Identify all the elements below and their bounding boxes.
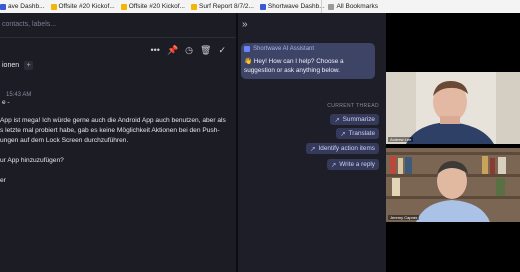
collapse-panel-icon[interactable]: » (242, 19, 247, 30)
bookmark-label: Offsite #20 Kickof... (128, 3, 185, 10)
message-body: App ist mega! Ich würde gerne auch die A… (0, 116, 228, 186)
suggestion-identify-action-items[interactable]: ↗ Identify action items (306, 143, 379, 154)
bookmark-favicon-icon (50, 3, 57, 10)
bookmarks-bar: ave Dashb... Offsite #20 Kickof... Offsi… (0, 0, 520, 14)
add-label-button[interactable]: + (24, 61, 34, 70)
current-thread-label: CURRENT THREAD (327, 103, 379, 109)
done-icon[interactable]: ✓ (218, 45, 226, 55)
arrow-icon: ↗ (310, 145, 316, 153)
suggestion-label: Summarize (342, 116, 375, 123)
body-line: ungen auf dem Lock Screen durchzuführen. (0, 137, 129, 144)
suggestion-write-a-reply[interactable]: ↗ Write a reply (326, 159, 379, 170)
bookmark-label: Surf Report 8/7/2... (199, 3, 254, 10)
suggestion-label: Write a reply (339, 161, 375, 168)
pin-icon[interactable]: 📌 (167, 45, 178, 55)
search-input[interactable]: contacts, labels... (2, 21, 56, 28)
arrow-icon: ↗ (330, 161, 337, 169)
bookmark-label: ave Dashb... (8, 3, 45, 10)
arrow-icon: ↗ (340, 130, 346, 138)
label-tab[interactable]: ionen (2, 62, 19, 69)
video-tile-2[interactable]: Jeremy Capner (386, 148, 520, 222)
email-pane: contacts, labels... ••• 📌 ◷ 🗑 ✓ ionen + … (0, 13, 236, 272)
label-row: ionen + (2, 61, 34, 70)
divider (0, 37, 236, 38)
bookmark-favicon-icon (120, 3, 127, 10)
more-icon[interactable]: ••• (150, 45, 159, 55)
assistant-header: Shortwave AI Assistant (244, 46, 314, 52)
body-line: s letzte mal probiert habe, gab es keine… (0, 127, 220, 134)
video-tile-1[interactable]: Andrew Lee (386, 72, 520, 144)
assistant-greeting: 👋 Hey! How can I help? Choose a suggesti… (244, 58, 344, 74)
assistant-title: Shortwave AI Assistant (253, 46, 315, 52)
bookmark-5[interactable]: Shortwave Dashb... (259, 3, 325, 10)
bookmark-4[interactable]: Surf Report 8/7/2... (191, 3, 254, 10)
bookmark-label: Shortwave Dashb... (267, 3, 325, 10)
ai-assistant-panel: » Shortwave AI Assistant 👋 Hey! How can … (238, 13, 386, 272)
suggestion-label: Identify action items (318, 145, 375, 152)
participant-2-name: Jeremy Capner (388, 215, 420, 220)
message-sender: e - (2, 99, 10, 106)
arrow-icon: ↗ (334, 116, 340, 124)
suggestion-summarize[interactable]: ↗ Summarize (330, 114, 379, 125)
bookmark-2[interactable]: Offsite #20 Kickof... (50, 3, 115, 10)
bookmark-favicon-icon (0, 3, 6, 10)
bookmark-1[interactable]: ave Dashb... (0, 3, 45, 10)
bookmark-favicon-icon (191, 3, 197, 10)
participant-2-video (386, 148, 520, 222)
bookmark-3[interactable]: Offsite #20 Kickof... (120, 3, 185, 10)
all-bookmarks-label: All Bookmarks (336, 3, 378, 10)
assistant-message: Shortwave AI Assistant 👋 Hey! How can I … (241, 43, 375, 79)
body-line: App ist mega! Ich würde gerne auch die A… (0, 117, 226, 124)
ai-sparkle-icon (244, 46, 250, 52)
bookmark-label: Offsite #20 Kickof... (58, 3, 115, 10)
suggestion-label: Translate (348, 130, 375, 137)
snooze-icon[interactable]: ◷ (185, 45, 193, 55)
folder-icon (328, 3, 335, 10)
bookmark-favicon-icon (259, 3, 266, 10)
suggestion-translate[interactable]: ↗ Translate (336, 128, 379, 139)
message-timestamp: 15:43 AM (6, 92, 32, 98)
participant-1-name: Andrew Lee (388, 137, 414, 142)
thread-toolbar: ••• 📌 ◷ 🗑 ✓ (150, 45, 226, 55)
participant-1-video (386, 72, 520, 144)
body-line: ur App hinzuzufügen? (0, 157, 64, 164)
body-line: er (0, 177, 6, 184)
trash-icon[interactable]: 🗑 (200, 45, 211, 55)
all-bookmarks-button[interactable]: All Bookmarks (321, 0, 378, 13)
